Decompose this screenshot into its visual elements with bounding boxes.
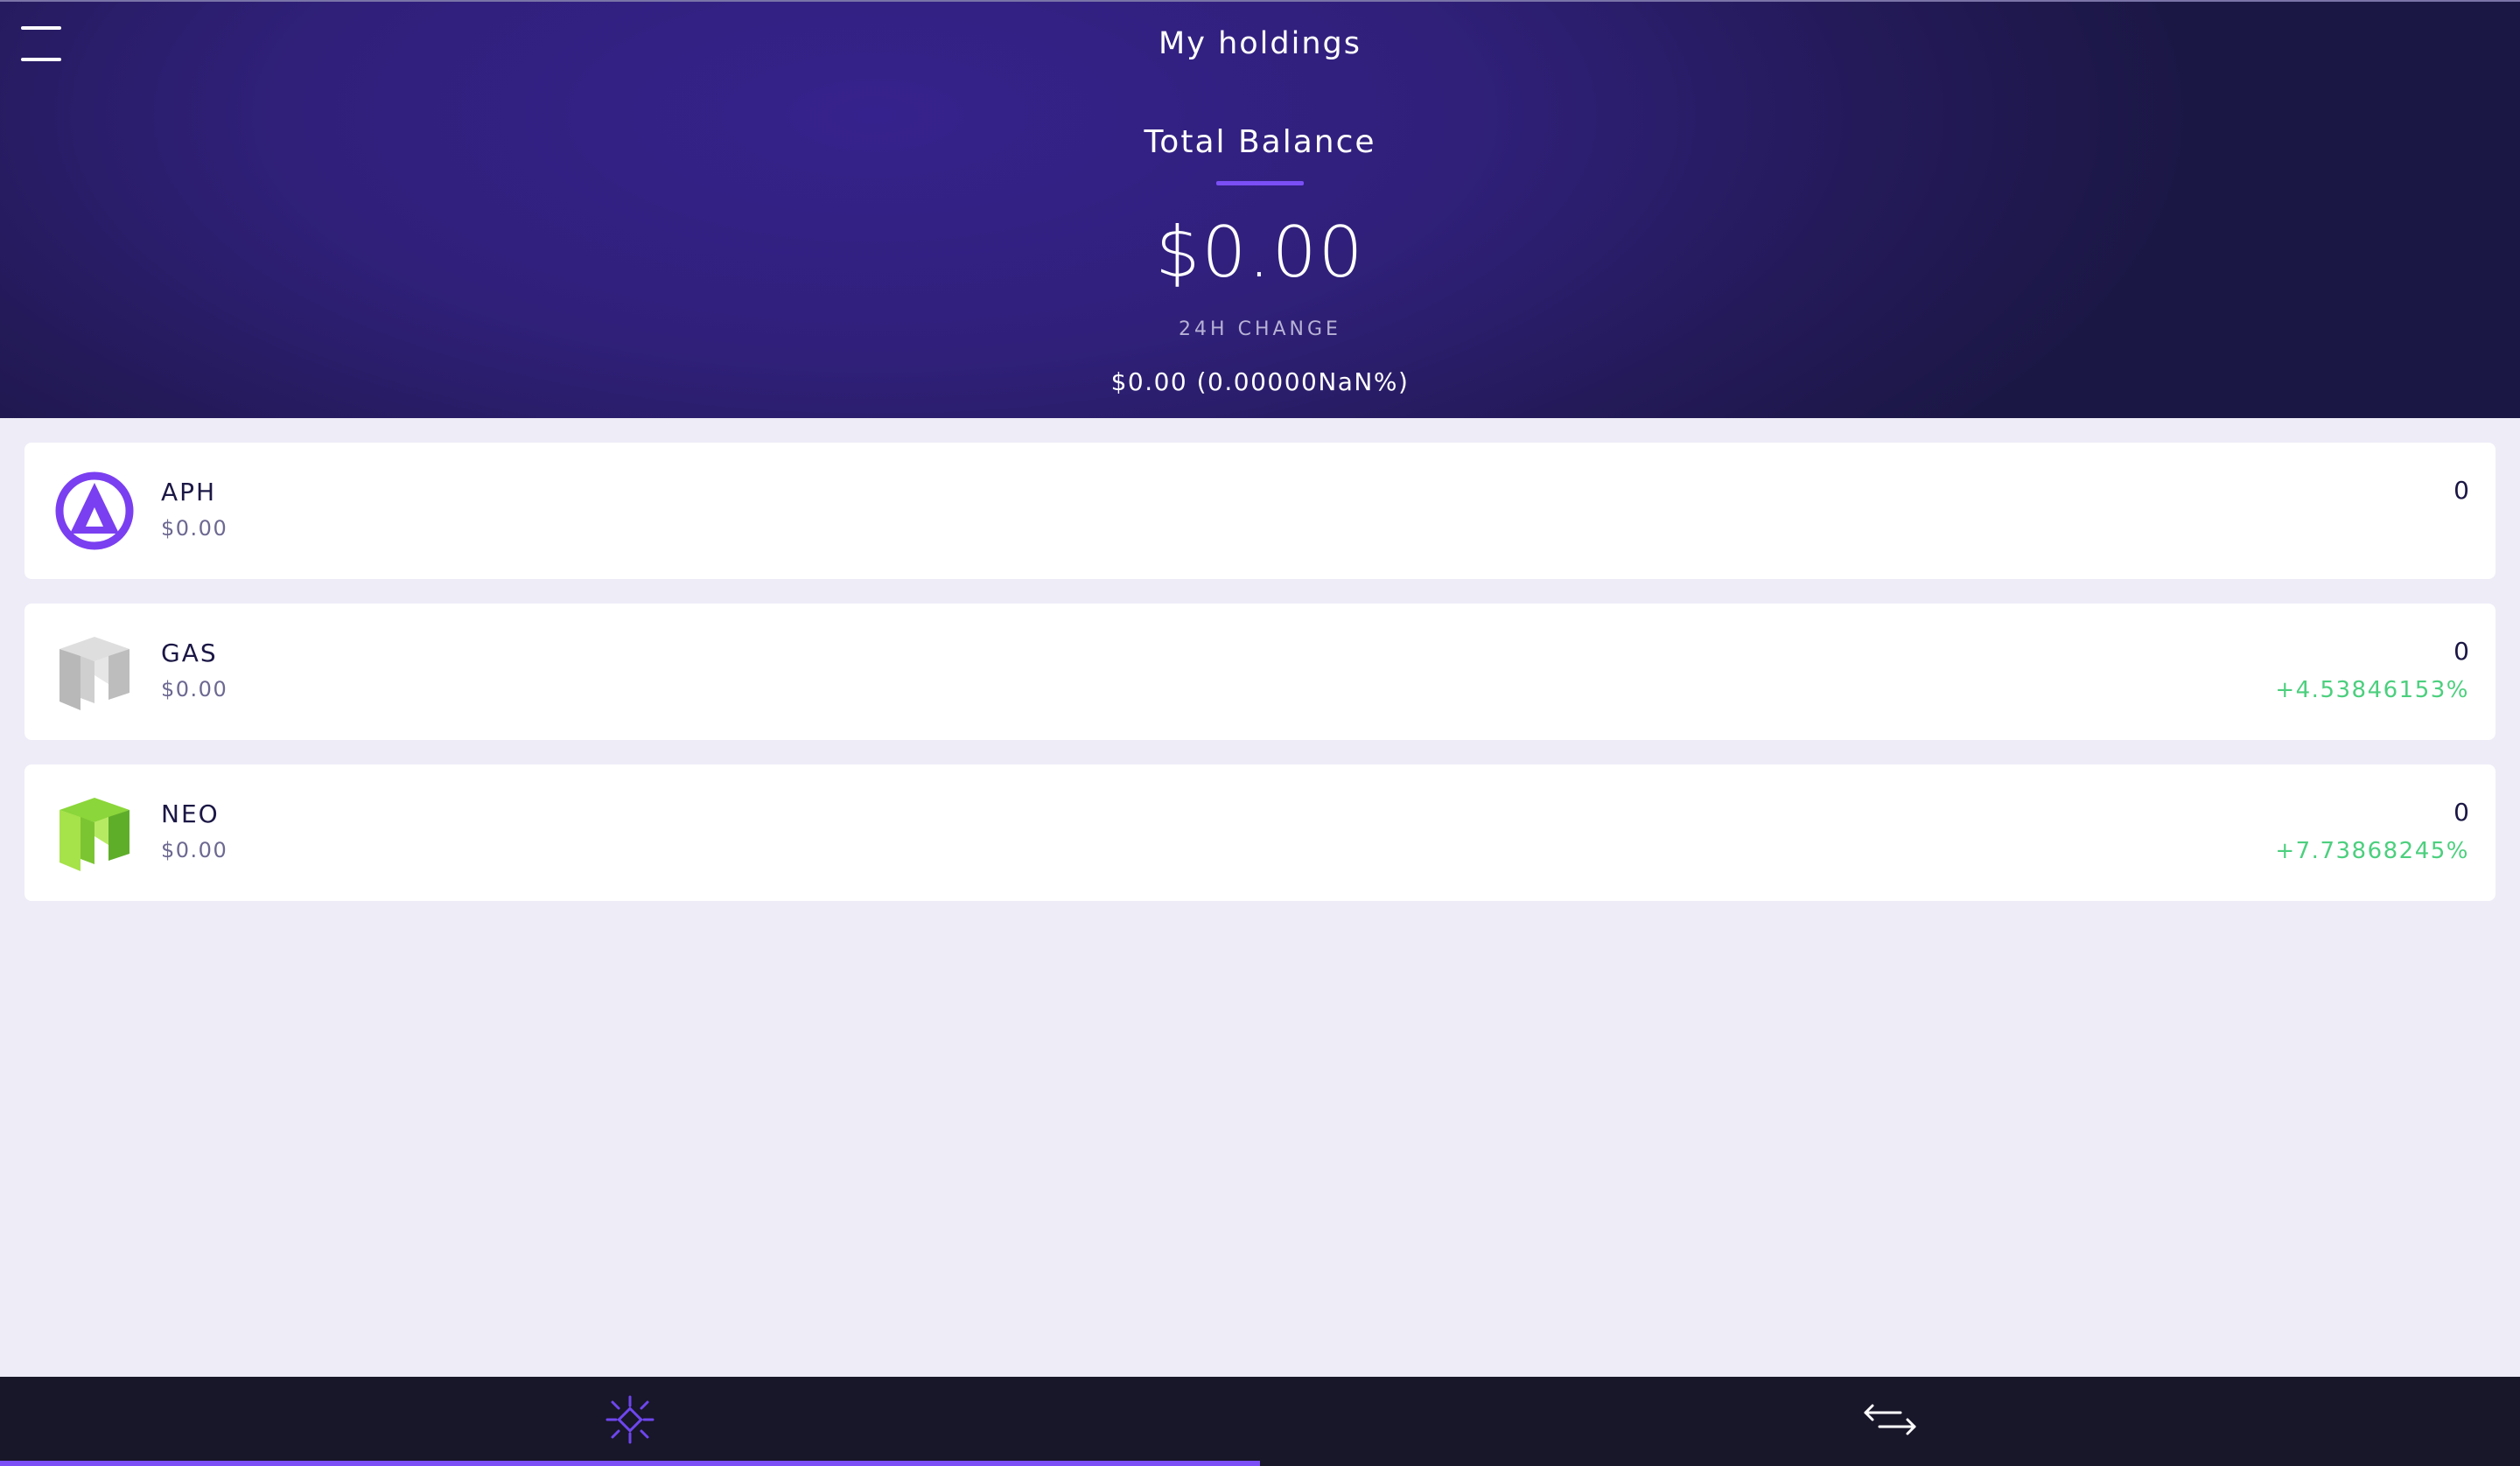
page-title: My holdings [1158, 26, 1362, 61]
balance-underline [1216, 181, 1304, 185]
total-balance-label: Total Balance [1144, 124, 1376, 160]
coin-amount: 0 [2454, 476, 2469, 505]
transfer-arrows-icon [1862, 1402, 1918, 1441]
gas-logo-icon [54, 632, 135, 712]
change-value: $0.00 (0.00000NaN%) [1110, 367, 1410, 396]
coin-symbol: NEO [161, 799, 220, 828]
holding-row-aph[interactable]: APH $0.00 0 [24, 443, 2496, 579]
coin-symbol: APH [161, 478, 217, 506]
header: My holdings Total Balance $0.00 24H CHAN… [0, 0, 2520, 418]
tab-holdings[interactable] [0, 1377, 1260, 1466]
aph-logo-icon [54, 471, 135, 551]
tab-transfer[interactable] [1260, 1377, 2520, 1466]
coin-amount: 0 [2454, 798, 2469, 827]
bottom-nav [0, 1377, 2520, 1466]
change-label: 24H CHANGE [1179, 318, 1341, 340]
holding-row-gas[interactable]: GAS $0.00 0 +4.53846153% [24, 604, 2496, 740]
neo-logo-icon [54, 792, 135, 873]
coin-fiat-value: $0.00 [161, 516, 228, 541]
coin-change: +4.53846153% [2275, 677, 2469, 703]
coin-symbol: GAS [161, 639, 218, 667]
coin-fiat-value: $0.00 [161, 677, 228, 702]
holdings-list: APH $0.00 0 GAS $0.00 0 +4.53846153% NEO… [24, 443, 2496, 925]
coin-amount: 0 [2454, 637, 2469, 666]
coin-fiat-value: $0.00 [161, 838, 228, 862]
coin-change: +7.73868245% [2275, 838, 2469, 864]
active-tab-indicator [0, 1461, 1260, 1466]
holdings-sparkle-icon [606, 1395, 654, 1448]
total-balance-value: $0.00 [1155, 212, 1365, 293]
holding-row-neo[interactable]: NEO $0.00 0 +7.73868245% [24, 764, 2496, 901]
